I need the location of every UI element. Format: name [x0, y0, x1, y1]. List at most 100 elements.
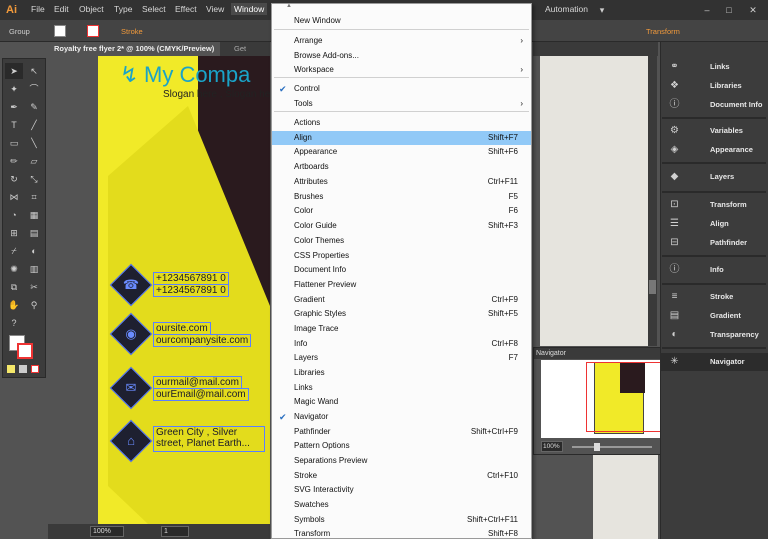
menu-item-navigator[interactable]: ✔ Navigator: [272, 410, 531, 425]
menu-effect[interactable]: Effect: [175, 4, 197, 14]
dock-item-gradient[interactable]: ▤ Gradient: [660, 307, 768, 325]
phone-line-2[interactable]: +1234567891 0: [153, 284, 229, 297]
menu-item-actions[interactable]: Actions: [272, 116, 531, 131]
menu-item-info[interactable]: Info Ctrl+F8: [272, 337, 531, 352]
menu-item-flattener-preview[interactable]: Flattener Preview: [272, 278, 531, 293]
dock-item-transform[interactable]: ⊡ Transform: [660, 196, 768, 214]
direct-selection-tool-icon[interactable]: ↖: [25, 63, 43, 79]
magic-wand-tool-icon[interactable]: ✦: [5, 81, 23, 97]
menu-item-browse-add-ons[interactable]: Browse Add-ons...: [272, 49, 531, 64]
email-line-2[interactable]: ourEmail@mail.com: [153, 388, 249, 401]
curvature-tool-icon[interactable]: ✎: [25, 99, 43, 115]
type-tool-icon[interactable]: T: [5, 117, 23, 133]
width-tool-icon[interactable]: ⋈: [5, 189, 23, 205]
address-box[interactable]: Green City , Silver street, Planet Earth…: [153, 426, 265, 452]
menu-item-document-info[interactable]: Document Info: [272, 263, 531, 278]
menu-item-stroke[interactable]: Stroke Ctrl+F10: [272, 469, 531, 484]
menu-item-layers[interactable]: Layers F7: [272, 351, 531, 366]
menu-item-new-window[interactable]: New Window: [272, 14, 531, 29]
menu-object[interactable]: Object: [79, 4, 104, 14]
menu-item-brushes[interactable]: Brushes F5: [272, 190, 531, 205]
workspace-dropdown-icon[interactable]: ▾: [595, 4, 609, 16]
artboard-tool-icon[interactable]: ⧉: [5, 279, 23, 295]
eyedropper-tool-icon[interactable]: ⌿: [5, 243, 23, 259]
gradient-mode-icon[interactable]: [19, 365, 27, 373]
stroke-link[interactable]: Stroke: [121, 27, 143, 36]
close-icon[interactable]: ✕: [746, 4, 760, 16]
selection-tool-icon[interactable]: ➤: [5, 63, 23, 79]
navigator-view-box[interactable]: [586, 362, 662, 432]
help-icon[interactable]: ?: [5, 315, 23, 331]
dock-item-links[interactable]: ⚭ Links: [660, 58, 768, 76]
scale-tool-icon[interactable]: ⤡: [25, 171, 43, 187]
menu-item-symbols[interactable]: Symbols Shift+Ctrl+F11: [272, 513, 531, 528]
scroll-up-icon[interactable]: ▲: [286, 3, 292, 9]
shape-builder-tool-icon[interactable]: ◔: [5, 207, 23, 223]
menu-item-graphic-styles[interactable]: Graphic Styles Shift+F5: [272, 307, 531, 322]
zoom-tool-icon[interactable]: ⚲: [25, 297, 43, 313]
dock-item-stroke[interactable]: ≡ Stroke: [660, 288, 768, 306]
menu-item-swatches[interactable]: Swatches: [272, 498, 531, 513]
menu-item-gradient[interactable]: Gradient Ctrl+F9: [272, 293, 531, 308]
menu-window[interactable]: Window: [231, 3, 268, 15]
menu-item-control[interactable]: ✔ Control: [272, 82, 531, 97]
menu-edit[interactable]: Edit: [54, 4, 69, 14]
canvas-area[interactable]: ↯ My Compa Slogan here , Slogan he ☎ +12…: [48, 56, 270, 524]
workspace-switcher[interactable]: Automation: [545, 4, 588, 14]
slice-tool-icon[interactable]: ✂: [25, 279, 43, 295]
dock-item-variables[interactable]: ⚙ Variables: [660, 122, 768, 140]
none-mode-icon[interactable]: [31, 365, 39, 373]
blend-tool-icon[interactable]: ◐: [25, 243, 43, 259]
menu-item-libraries[interactable]: Libraries: [272, 366, 531, 381]
navigator-zoom-slider[interactable]: [572, 446, 652, 448]
gradient-tool-icon[interactable]: ▤: [25, 225, 43, 241]
menu-view[interactable]: View: [206, 4, 224, 14]
dock-item-layers[interactable]: ◆ Layers: [660, 168, 768, 186]
website-line-2[interactable]: ourcompanysite.com: [153, 334, 252, 347]
tab-royalty-free-flyer[interactable]: Royalty free flyer 2* @ 100% (CMYK/Previ…: [48, 42, 221, 56]
dock-item-align[interactable]: ☰ Align: [660, 215, 768, 233]
rectangle-tool-icon[interactable]: ▭: [5, 135, 23, 151]
menu-item-links[interactable]: Links: [272, 381, 531, 396]
paintbrush-tool-icon[interactable]: ╲: [25, 135, 43, 151]
hand-tool-icon[interactable]: ✋: [5, 297, 23, 313]
column-graph-tool-icon[interactable]: ▥: [25, 261, 43, 277]
dock-item-appearance[interactable]: ◈ Appearance: [660, 141, 768, 159]
menu-item-attributes[interactable]: Attributes Ctrl+F11: [272, 175, 531, 190]
menu-item-pathfinder[interactable]: Pathfinder Shift+Ctrl+F9: [272, 425, 531, 440]
dock-item-libraries[interactable]: ❖ Libraries: [660, 77, 768, 95]
navigator-zoom-field[interactable]: 100%: [541, 441, 563, 452]
menu-item-color-guide[interactable]: Color Guide Shift+F3: [272, 219, 531, 234]
eraser-tool-icon[interactable]: ▱: [25, 153, 43, 169]
dock-item-transparency[interactable]: ◐ Transparency: [660, 326, 768, 344]
free-transform-tool-icon[interactable]: ⌗: [25, 189, 43, 205]
stroke-swatch[interactable]: [87, 25, 99, 37]
menu-item-align[interactable]: Align Shift+F7: [272, 130, 531, 146]
menu-file[interactable]: File: [31, 4, 45, 14]
menu-item-appearance[interactable]: Appearance Shift+F6: [272, 145, 531, 160]
zoom-field[interactable]: 100%: [90, 526, 124, 537]
dock-item-document-info[interactable]: ⓘ Document Info: [660, 96, 768, 114]
pencil-tool-icon[interactable]: ✏: [5, 153, 23, 169]
dock-item-info[interactable]: ⓘ Info: [660, 261, 768, 279]
menu-item-color-themes[interactable]: Color Themes: [272, 234, 531, 249]
menu-item-artboards[interactable]: Artboards: [272, 160, 531, 175]
menu-item-color[interactable]: Color F6: [272, 204, 531, 219]
menu-item-transform[interactable]: Transform Shift+F8: [272, 527, 531, 539]
rotate-tool-icon[interactable]: ↻: [5, 171, 23, 187]
line-tool-icon[interactable]: ╱: [25, 117, 43, 133]
lasso-tool-icon[interactable]: ⌒: [25, 81, 43, 97]
dock-item-pathfinder[interactable]: ⊟ Pathfinder: [660, 234, 768, 252]
stroke-color-icon[interactable]: [17, 343, 33, 359]
artboard-number-field[interactable]: 1: [161, 526, 189, 537]
perspective-grid-tool-icon[interactable]: ▦: [25, 207, 43, 223]
vertical-scrollbar[interactable]: [648, 56, 657, 346]
pen-tool-icon[interactable]: ✒: [5, 99, 23, 115]
menu-item-separations-preview[interactable]: Separations Preview: [272, 454, 531, 469]
mesh-tool-icon[interactable]: ⊞: [5, 225, 23, 241]
menu-item-tools[interactable]: Tools ›: [272, 97, 531, 112]
symbol-sprayer-tool-icon[interactable]: ✺: [5, 261, 23, 277]
menu-item-image-trace[interactable]: Image Trace: [272, 322, 531, 337]
menu-select[interactable]: Select: [142, 4, 166, 14]
scrollbar-thumb[interactable]: [649, 280, 656, 294]
